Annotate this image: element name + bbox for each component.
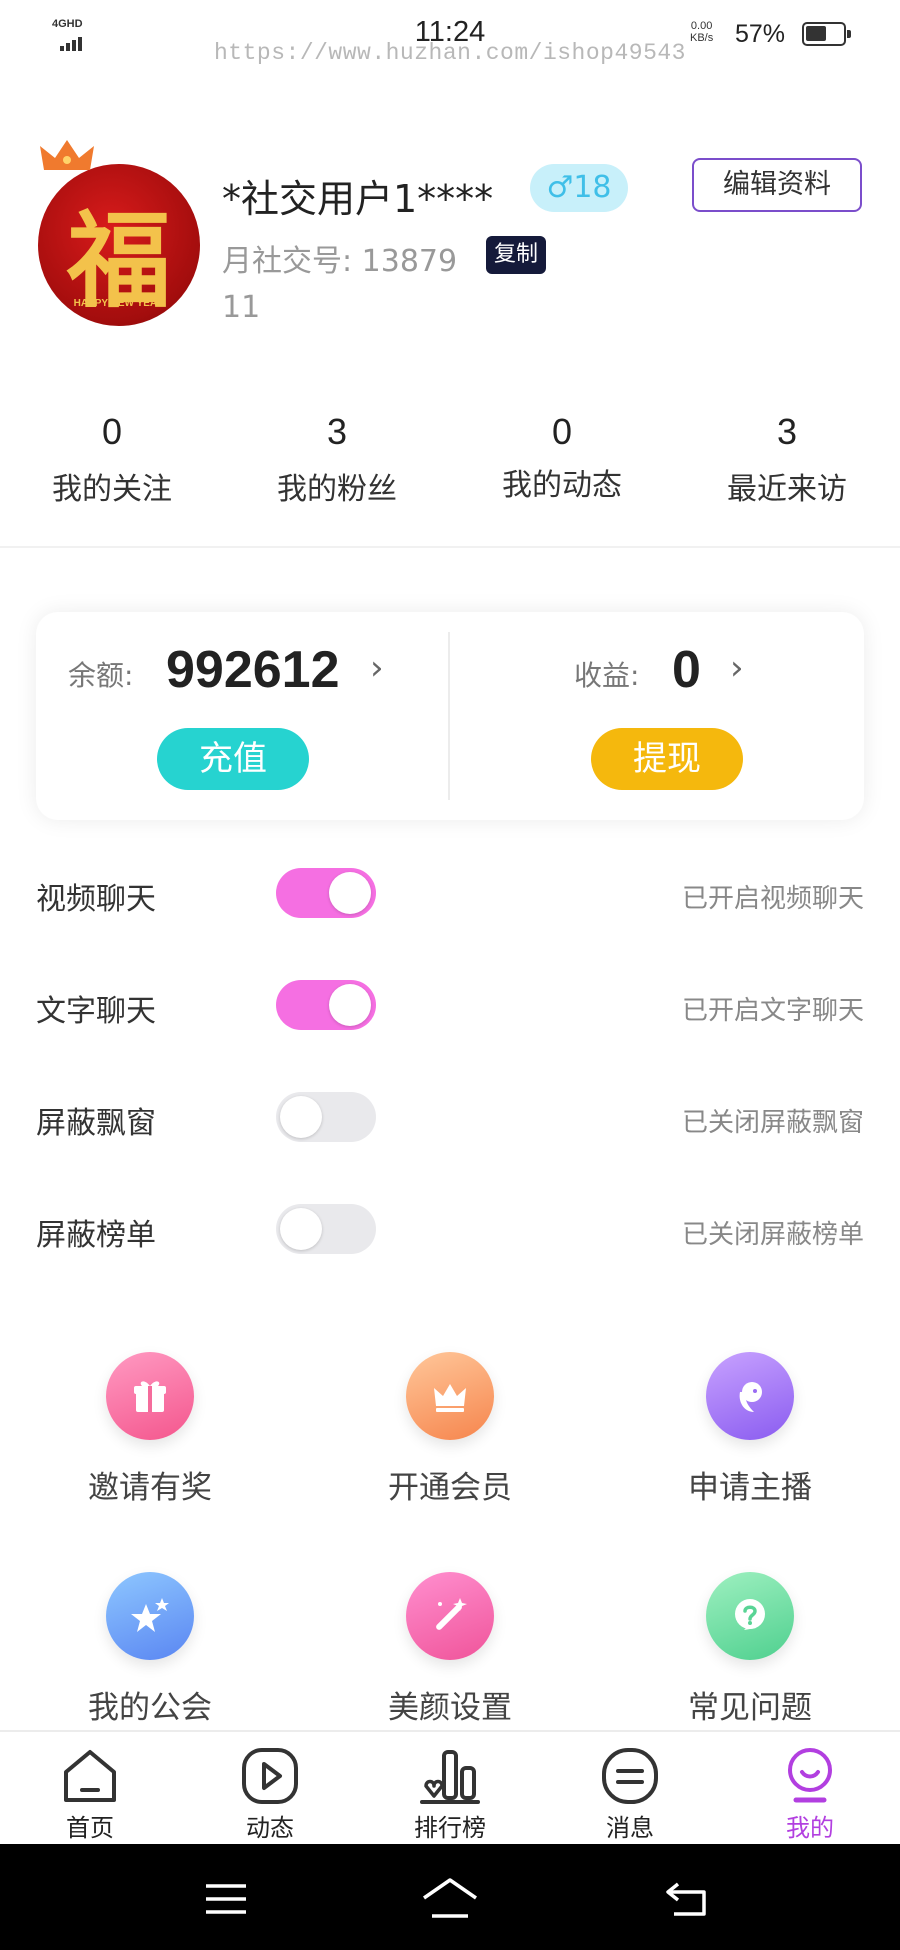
copy-id-button[interactable]: 复制 <box>486 236 546 274</box>
battery-icon <box>802 22 851 46</box>
toggle-label: 文字聊天 <box>36 994 156 1029</box>
stat-count: 0 <box>101 411 123 452</box>
battery-percent: 57% <box>735 20 786 48</box>
grid-label: 邀请有奖 <box>88 1470 212 1506</box>
income-chevron-right-icon[interactable]: › <box>730 648 744 688</box>
income-label: 收益: <box>574 659 640 692</box>
grid-label: 常见问题 <box>688 1690 812 1726</box>
toggle-label: 屏蔽飘窗 <box>36 1106 156 1141</box>
grid-label: 我的公会 <box>88 1690 212 1726</box>
menu-icon[interactable] <box>204 1882 248 1916</box>
question-icon <box>706 1572 794 1660</box>
tab-mine[interactable]: 我的 <box>720 1732 900 1844</box>
block-popup-toggle[interactable] <box>276 1092 376 1142</box>
avatar-caption: HAPPY NEW YEAR <box>73 298 165 309</box>
ranking-icon <box>420 1750 480 1804</box>
tab-feed[interactable]: 动态 <box>180 1732 360 1844</box>
home-nav-icon[interactable] <box>420 1876 480 1920</box>
system-navigation-bar <box>0 1844 900 1950</box>
speed-unit: KB/s <box>690 32 714 44</box>
toggle-row-block-ranking: 屏蔽榜单 已关闭屏蔽榜单 <box>0 1202 900 1262</box>
grid-label: 开通会员 <box>388 1470 512 1506</box>
stat-label: 我的关注 <box>52 472 172 507</box>
message-icon <box>602 1748 658 1804</box>
recharge-button[interactable]: 充值 <box>157 728 309 790</box>
tab-home[interactable]: 首页 <box>0 1732 180 1844</box>
tab-label: 我的 <box>786 1814 834 1842</box>
balance-value[interactable]: 992612 <box>166 640 340 700</box>
wallet-card: 余额: 992612 › 充值 收益: 0 › 提现 <box>36 612 864 820</box>
crown-badge-icon <box>40 140 94 170</box>
toggle-row-text-chat: 文字聊天 已开启文字聊天 <box>0 978 900 1038</box>
grid-item-guild[interactable]: 我的公会 <box>0 1572 300 1727</box>
stat-label: 最近来访 <box>727 472 847 507</box>
grid-item-vip[interactable]: 开通会员 <box>300 1352 600 1507</box>
back-icon[interactable] <box>664 1878 710 1918</box>
grid-label: 美颜设置 <box>388 1690 512 1726</box>
grid-item-host[interactable]: 申请主播 <box>600 1352 900 1507</box>
tab-label: 排行榜 <box>414 1814 486 1842</box>
bottom-tab-bar: 首页 动态 排行榜 消息 我的 <box>0 1730 900 1844</box>
income-value[interactable]: 0 <box>672 640 701 700</box>
stat-label: 我的粉丝 <box>277 472 397 507</box>
stat-count: 3 <box>326 411 348 452</box>
stat-count: 3 <box>776 411 798 452</box>
tab-ranking[interactable]: 排行榜 <box>360 1732 540 1844</box>
tab-label: 消息 <box>606 1814 654 1842</box>
grid-label: 申请主播 <box>688 1470 812 1506</box>
magic-wand-icon <box>406 1572 494 1660</box>
toggle-status: 已开启视频聊天 <box>681 884 864 914</box>
grid-item-invite[interactable]: 邀请有奖 <box>0 1352 300 1507</box>
gender-age-badge: ♂18 <box>530 164 628 212</box>
withdraw-button[interactable]: 提现 <box>591 728 743 790</box>
edit-profile-button[interactable]: 编辑资料 <box>692 158 862 212</box>
star-icon <box>106 1572 194 1660</box>
balance-chevron-right-icon[interactable]: › <box>370 648 384 688</box>
toggle-label: 视频聊天 <box>36 882 156 917</box>
balance-label: 余额: <box>68 659 134 692</box>
tab-label: 首页 <box>66 1814 114 1842</box>
host-icon <box>706 1352 794 1440</box>
toggle-row-block-popup: 屏蔽飘窗 已关闭屏蔽飘窗 <box>0 1090 900 1150</box>
stat-label: 我的动态 <box>502 468 622 503</box>
wallet-divider <box>448 632 450 800</box>
stat-following[interactable]: 0 我的关注 <box>12 408 212 508</box>
video-chat-toggle[interactable] <box>276 868 376 918</box>
gift-icon <box>106 1352 194 1440</box>
divider <box>0 546 900 548</box>
tab-messages[interactable]: 消息 <box>540 1732 720 1844</box>
tab-label: 动态 <box>246 1814 294 1842</box>
grid-item-faq[interactable]: 常见问题 <box>600 1572 900 1727</box>
toggle-status: 已关闭屏蔽榜单 <box>681 1220 864 1250</box>
text-chat-toggle[interactable] <box>276 980 376 1030</box>
avatar[interactable]: 福 HAPPY NEW YEAR <box>38 164 200 326</box>
profile-icon <box>788 1748 832 1803</box>
stat-count: 0 <box>551 411 573 452</box>
status-bar: 4GHD 11:24 https://www.huzhan.com/ishop4… <box>0 0 900 70</box>
toggle-row-video-chat: 视频聊天 已开启视频聊天 <box>0 866 900 926</box>
home-icon <box>64 1750 116 1802</box>
username: *社交用户1**** <box>222 177 494 221</box>
block-ranking-toggle[interactable] <box>276 1204 376 1254</box>
user-id: 月社交号: 13879 <box>222 244 458 279</box>
stat-visitors[interactable]: 3 最近来访 <box>687 408 887 508</box>
toggle-label: 屏蔽榜单 <box>36 1218 156 1253</box>
grid-item-beauty[interactable]: 美颜设置 <box>300 1572 600 1727</box>
stat-fans[interactable]: 3 我的粉丝 <box>237 408 437 508</box>
network-speed: 0.00 KB/s <box>690 20 713 44</box>
signature: 11 <box>222 290 261 325</box>
toggle-status: 已开启文字聊天 <box>681 996 864 1026</box>
crown-icon <box>406 1352 494 1440</box>
speed-value: 0.00 <box>690 20 713 32</box>
toggle-status: 已关闭屏蔽飘窗 <box>681 1108 864 1138</box>
play-icon <box>242 1748 298 1804</box>
stat-posts[interactable]: 0 我的动态 <box>462 408 662 504</box>
